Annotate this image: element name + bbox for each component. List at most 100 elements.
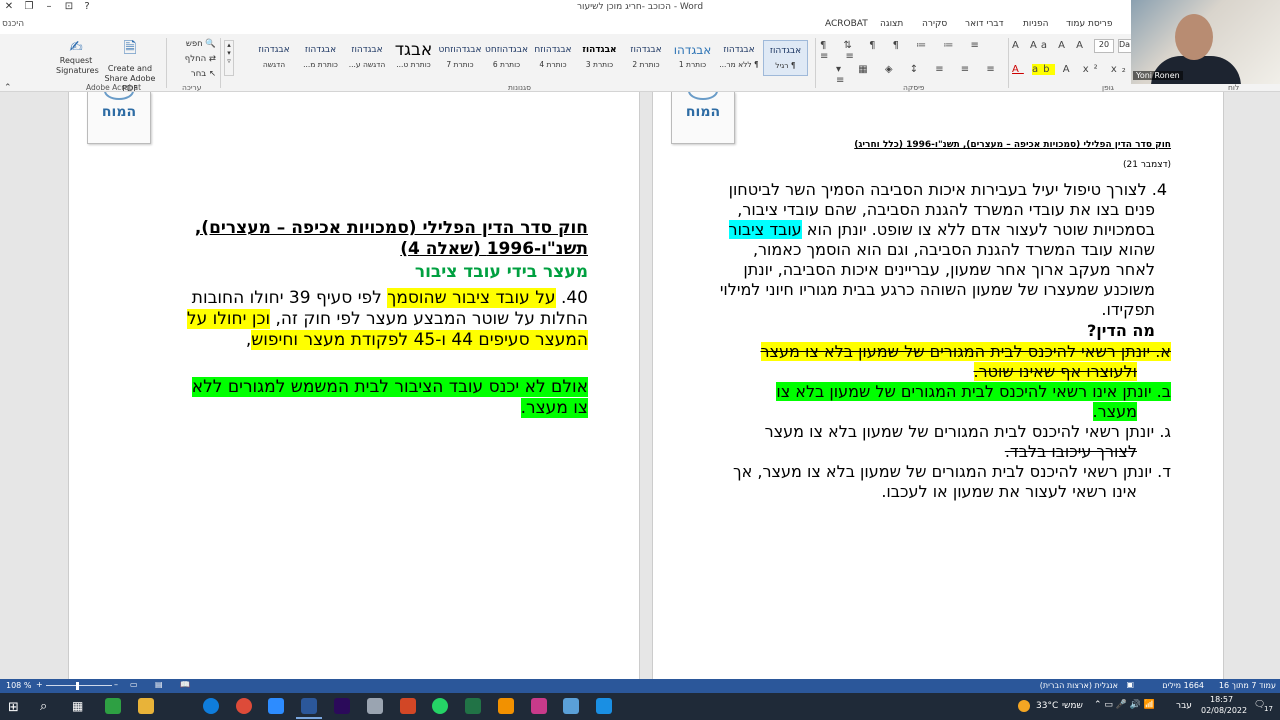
language-status[interactable]: אנגלית (ארצות הברית) bbox=[1040, 681, 1118, 690]
proofing-icon[interactable]: ▣ bbox=[1126, 680, 1134, 689]
style-option[interactable]: אבגד כותרת ט... bbox=[391, 40, 436, 76]
edge-icon[interactable] bbox=[203, 698, 219, 714]
page-count[interactable]: עמוד 7 מתוך 16 bbox=[1219, 681, 1276, 690]
style-sample: אבגדהוז bbox=[630, 45, 662, 55]
right-question: מה הדין? bbox=[1086, 321, 1155, 340]
weather-label[interactable]: שמשי bbox=[1062, 701, 1083, 711]
group-separator bbox=[220, 38, 221, 88]
zoom-slider[interactable] bbox=[46, 685, 112, 686]
left-title-line1: חוק סדר הדין הפלילי (סמכויות אכיפה – מעצ… bbox=[194, 218, 588, 238]
select-button[interactable]: ↖ בחר bbox=[172, 67, 216, 82]
paragraph-tools-row1[interactable]: ¶ ⇅ ¶ ¶ ≔ ≔ ≡ ≡ ≡ bbox=[820, 40, 1005, 62]
zoom-app-icon[interactable] bbox=[268, 698, 284, 714]
binoculars-icon: 🔍 bbox=[205, 39, 216, 49]
style-option[interactable]: אבגדהוז הדגשה ע... bbox=[345, 40, 390, 76]
windows-start-icon[interactable]: ⊞ bbox=[8, 700, 19, 715]
weather-temp[interactable]: 33°C bbox=[1036, 701, 1058, 711]
excel-icon[interactable] bbox=[465, 698, 481, 714]
tab-references[interactable]: הפניות bbox=[1023, 19, 1048, 29]
store-icon[interactable] bbox=[105, 698, 121, 714]
style-option[interactable]: אבגדהוז כותרת מ... bbox=[298, 40, 343, 76]
right-p-line1: 4. לצורך טיפול יעיל בעבירות איכות הסביבה… bbox=[728, 180, 1167, 199]
answer-c-line1: ג. יונתן רשאי להיכנס לבית המגורים של שמע… bbox=[764, 422, 1171, 441]
search-icon[interactable]: ⌕ bbox=[40, 699, 47, 714]
weather-sun-icon[interactable] bbox=[1018, 700, 1030, 712]
word-count[interactable]: 1664 מילים bbox=[1162, 681, 1204, 690]
style-name: כותרת 2 bbox=[632, 60, 660, 69]
tab-mailings[interactable]: דברי דואר bbox=[965, 19, 1004, 29]
right-header-sub: (דצמבר 21) bbox=[1123, 160, 1171, 170]
chrome-icon[interactable] bbox=[236, 698, 252, 714]
style-option[interactable]: אבגדהוז כותרת 2 bbox=[624, 40, 669, 76]
premiere-icon[interactable] bbox=[334, 698, 350, 714]
group-separator bbox=[815, 38, 816, 88]
web-layout-icon[interactable]: ▭ bbox=[130, 680, 138, 689]
font-size-box[interactable]: 20 bbox=[1094, 39, 1114, 53]
style-option[interactable]: אבגדהו כותרת 1 bbox=[670, 40, 715, 76]
answer-a-line2: ולעוצרו אף שאינו שוטר. bbox=[973, 362, 1137, 381]
app-icon-3[interactable] bbox=[563, 698, 579, 714]
style-sample: אבגדהוזחט bbox=[438, 45, 482, 55]
style-option[interactable]: אבגדהוז ¶ ללא מר... bbox=[717, 40, 762, 76]
clock-time[interactable]: 18:57 bbox=[1210, 695, 1233, 704]
document-page-right[interactable]: המוח חוק סדר הדין הפלילי (סמכויות אכיפה … bbox=[652, 92, 1224, 679]
tab-acrobat[interactable]: ACROBAT bbox=[825, 19, 868, 29]
font-name-box[interactable]: Da bbox=[1118, 39, 1132, 53]
read-mode-icon[interactable]: 📖 bbox=[180, 680, 190, 689]
highlight-green: צו מעצר. bbox=[520, 398, 588, 418]
style-name: ¶ רגיל bbox=[775, 61, 796, 70]
find-button[interactable]: 🔍 חפש bbox=[172, 37, 216, 52]
style-option[interactable]: אבגדהוזחט כותרת 6 bbox=[484, 40, 529, 76]
tab-view[interactable]: תצוגה bbox=[880, 19, 903, 29]
zoom-in-icon[interactable]: + bbox=[36, 680, 43, 689]
replace-button[interactable]: ⇄ החלף bbox=[172, 52, 216, 67]
file-explorer-icon[interactable] bbox=[138, 698, 154, 714]
right-p-line5: לאחר מעקב ארוך אחר שמעון, עבריינים איכות… bbox=[743, 260, 1155, 279]
word-icon[interactable] bbox=[301, 698, 317, 714]
request-signatures-button[interactable]: ✍ Request Signatures bbox=[56, 37, 99, 76]
zoom-slider-thumb[interactable] bbox=[76, 682, 79, 690]
powerpoint-icon[interactable] bbox=[400, 698, 416, 714]
style-sample: אבגדהוזחט bbox=[484, 45, 528, 55]
print-layout-icon[interactable]: ▤ bbox=[155, 680, 163, 689]
input-language[interactable]: עבר bbox=[1176, 701, 1192, 711]
answer-d-line2: אינו רשאי לעצור את שמעון או לעכבו. bbox=[881, 482, 1137, 501]
sign-in-link[interactable]: היכנס bbox=[2, 19, 24, 29]
style-sample: אבגדהו bbox=[673, 43, 712, 57]
tab-review[interactable]: סקירה bbox=[922, 19, 947, 29]
document-page-left[interactable]: המוח חוק סדר הדין הפלילי (סמכויות אכיפה … bbox=[68, 92, 640, 679]
app-icon[interactable] bbox=[367, 698, 383, 714]
left-p2-line2: צו מעצר. bbox=[520, 398, 588, 418]
status-bar: עמוד 7 מתוך 16 1664 מילים ▣ אנגלית (ארצו… bbox=[0, 679, 1280, 693]
style-name: כותרת 3 bbox=[585, 60, 614, 69]
zoom-level[interactable]: 108 % bbox=[6, 681, 31, 690]
notifications-count: 17 bbox=[1264, 705, 1273, 713]
logo: המוח bbox=[671, 92, 735, 144]
font-tools-row1[interactable]: A Aa A A bbox=[1012, 40, 1087, 51]
clipboard-group-label: לוח bbox=[1228, 83, 1240, 92]
highlight-yellow: המעצר סעיפים 44 ו-45 לפקודת מעצר וחיפוש bbox=[251, 330, 588, 350]
style-option[interactable]: אבגדהוז ¶ רגיל bbox=[763, 40, 808, 76]
style-option[interactable]: אבגדהוזחט כותרת 7 bbox=[438, 40, 483, 76]
style-option[interactable]: אבגדהוזח כותרת 4 bbox=[531, 40, 576, 76]
left-title-line2: תשנ"ו-1996 (שאלה 4) bbox=[400, 239, 588, 259]
active-app-indicator bbox=[296, 717, 322, 719]
styles-scroll[interactable]: ▴ ▾ ▿ bbox=[224, 40, 234, 76]
app-icon-2[interactable] bbox=[531, 698, 547, 714]
whatsapp-icon[interactable] bbox=[432, 698, 448, 714]
tray-icons[interactable]: ⌃ ▭ 🎤 🔊 📶 bbox=[1094, 700, 1155, 710]
zoom-out-icon[interactable]: – bbox=[114, 680, 118, 689]
style-option[interactable]: אבגדהוז הדגשה bbox=[252, 40, 297, 76]
task-view-icon[interactable]: ▦ bbox=[72, 699, 83, 713]
clock-date[interactable]: 02/08/2022 bbox=[1201, 706, 1247, 715]
cursor-icon: ↖ bbox=[208, 69, 216, 79]
window-title: הכוכב -חריג מוכן לשיעור - Word bbox=[576, 2, 704, 12]
style-option[interactable]: אבגדהוז כותרת 3 bbox=[577, 40, 622, 76]
app-icon-4[interactable] bbox=[596, 698, 612, 714]
style-sample: אבגדהוז bbox=[351, 45, 383, 55]
style-name: כותרת 6 bbox=[492, 60, 521, 69]
left-p1-line1: 40. על עובד ציבור שהוסמך לפי סעיף 39 יחו… bbox=[191, 288, 588, 308]
tab-layout[interactable]: פריסת עמוד bbox=[1066, 19, 1112, 29]
style-name: כותרת 1 bbox=[678, 60, 707, 69]
vlc-icon[interactable] bbox=[498, 698, 514, 714]
